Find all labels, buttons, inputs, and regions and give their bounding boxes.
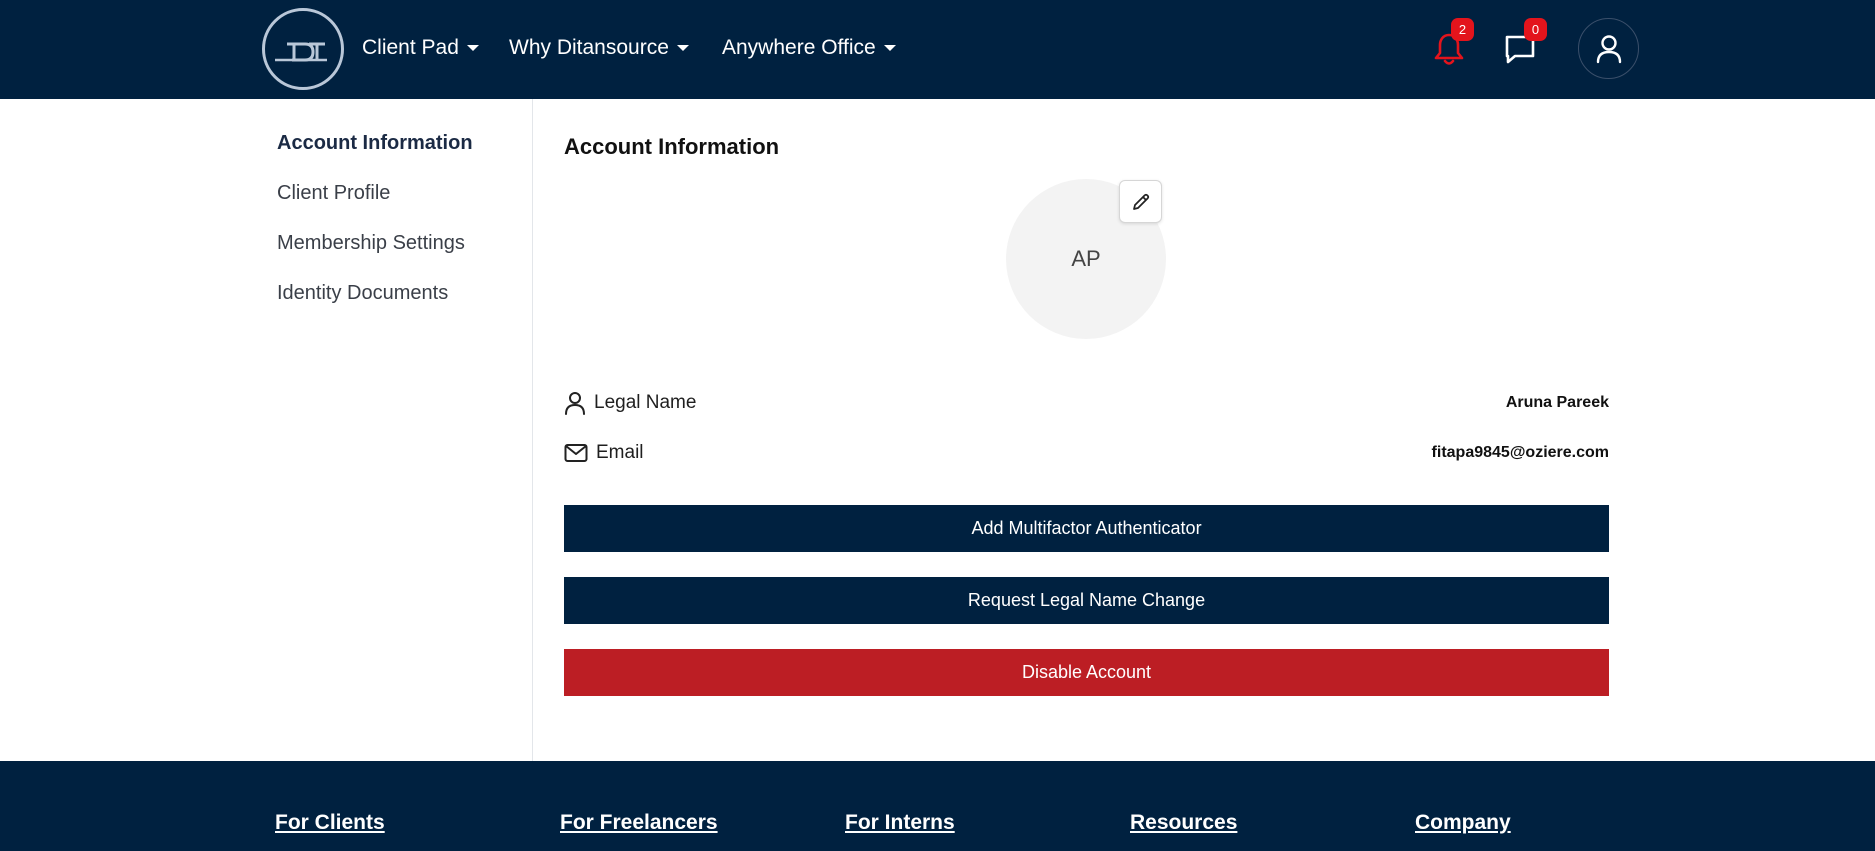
footer-link-for-interns[interactable]: For Interns xyxy=(845,811,955,835)
avatar-initials: AP xyxy=(1071,246,1100,272)
email-label: Email xyxy=(596,442,644,464)
ditansource-logo[interactable] xyxy=(262,8,344,90)
top-navbar: Client Pad Why Ditansource Anywhere Offi… xyxy=(0,0,1875,99)
footer-link-company[interactable]: Company xyxy=(1415,811,1511,835)
email-row: Email fitapa9845@oziere.com xyxy=(564,438,1609,468)
nav-anywhere-office-label: Anywhere Office xyxy=(722,36,876,60)
legal-name-label: Legal Name xyxy=(594,392,696,414)
nav-why-ditansource-label: Why Ditansource xyxy=(509,36,669,60)
footer-link-for-clients[interactable]: For Clients xyxy=(275,811,385,835)
site-footer: For Clients For Freelancers For Interns … xyxy=(0,761,1875,851)
notifications-badge: 2 xyxy=(1451,18,1474,41)
pencil-icon xyxy=(1131,192,1151,212)
nav-client-pad-label: Client Pad xyxy=(362,36,459,60)
footer-link-resources[interactable]: Resources xyxy=(1130,811,1237,835)
account-sidebar: Account Information Client Profile Membe… xyxy=(0,99,533,761)
footer-link-for-freelancers[interactable]: For Freelancers xyxy=(560,811,718,835)
user-icon xyxy=(564,391,586,415)
sidebar-item-client-profile[interactable]: Client Profile xyxy=(277,182,390,205)
notifications-button[interactable]: 2 xyxy=(1426,26,1472,72)
chevron-down-icon xyxy=(467,45,479,51)
sidebar-item-identity-documents[interactable]: Identity Documents xyxy=(277,282,448,305)
legal-name-value: Aruna Pareek xyxy=(1506,394,1609,412)
messages-button[interactable]: 0 xyxy=(1497,26,1543,72)
request-legal-name-change-button[interactable]: Request Legal Name Change xyxy=(564,577,1609,624)
email-value: fitapa9845@oziere.com xyxy=(1432,444,1609,462)
legal-name-row: Legal Name Aruna Pareek xyxy=(564,388,1609,418)
mail-icon xyxy=(564,443,588,463)
nav-anywhere-office[interactable]: Anywhere Office xyxy=(722,36,896,60)
chevron-down-icon xyxy=(884,45,896,51)
chevron-down-icon xyxy=(677,45,689,51)
page-title: Account Information xyxy=(564,134,779,160)
add-multifactor-button[interactable]: Add Multifactor Authenticator xyxy=(564,505,1609,552)
logo-icon xyxy=(265,11,341,87)
user-menu-button[interactable] xyxy=(1578,18,1639,79)
nav-why-ditansource[interactable]: Why Ditansource xyxy=(509,36,689,60)
user-icon xyxy=(1596,34,1622,64)
sidebar-item-account-information[interactable]: Account Information xyxy=(277,132,473,155)
edit-avatar-button[interactable] xyxy=(1119,180,1162,223)
messages-badge: 0 xyxy=(1524,18,1547,41)
nav-client-pad[interactable]: Client Pad xyxy=(362,36,479,60)
disable-account-button[interactable]: Disable Account xyxy=(564,649,1609,696)
sidebar-item-membership-settings[interactable]: Membership Settings xyxy=(277,232,465,255)
